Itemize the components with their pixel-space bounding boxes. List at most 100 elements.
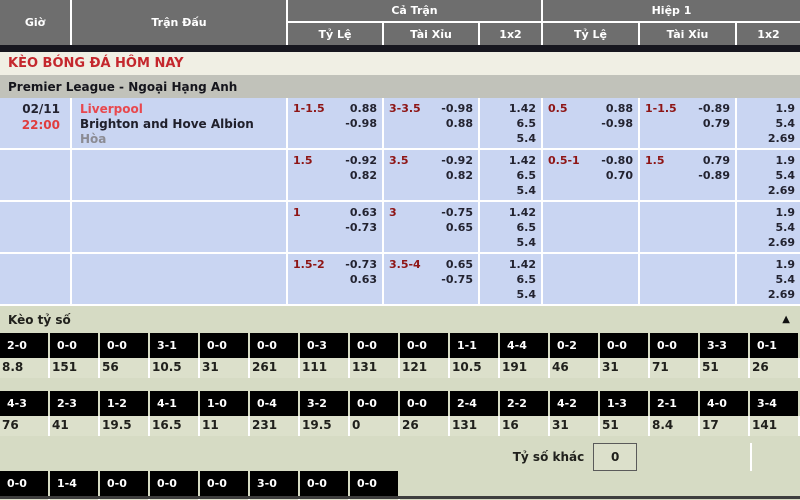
score-odds-value[interactable]: 231	[250, 416, 300, 436]
score-odds-value[interactable]: 8.4	[650, 416, 700, 436]
odds-value[interactable]: -0.98	[293, 116, 377, 131]
score-odds-value[interactable]: 19.5	[100, 416, 150, 436]
score-odds-value[interactable]: 10.5	[450, 358, 500, 378]
score-odds-value[interactable]: 111	[300, 358, 350, 378]
score-odds-value[interactable]: 191	[500, 358, 550, 378]
score-label: 4-1	[150, 391, 198, 416]
score-cell: 2-08.8	[0, 333, 50, 378]
score-cell: 2-341	[50, 391, 100, 436]
odds-value[interactable]: 5.4	[485, 287, 536, 302]
h1-handicap-cell	[543, 254, 640, 304]
odds-value[interactable]: 0.82	[293, 168, 377, 183]
score-cell: 1-351	[600, 391, 650, 436]
score-odds-value[interactable]: 19.5	[300, 416, 350, 436]
odds-value[interactable]: 6.5	[485, 272, 536, 287]
score-odds-value[interactable]: 11	[200, 416, 250, 436]
collapse-up-icon[interactable]: ▲	[782, 314, 790, 325]
odds-value[interactable]: -0.73	[293, 220, 377, 235]
score-odds-value[interactable]: 16	[500, 416, 550, 436]
score-odds-value[interactable]: 141	[750, 416, 800, 436]
score-odds-value[interactable]: 261	[250, 358, 300, 378]
score-cell: 0-0151	[50, 333, 100, 378]
score-odds-value[interactable]: 31	[600, 358, 650, 378]
odds-value[interactable]: 0.88	[606, 101, 633, 116]
odds-value[interactable]: 5.4	[742, 220, 795, 235]
score-odds-value[interactable]: 131	[450, 416, 500, 436]
score-odds-value[interactable]: 17	[700, 416, 750, 436]
odds-value[interactable]: 1.42	[485, 101, 536, 116]
score-odds-value[interactable]: 51	[600, 416, 650, 436]
odds-value[interactable]: -0.75	[389, 272, 473, 287]
score-odds-value[interactable]: 131	[350, 358, 400, 378]
odds-value[interactable]: 0.88	[350, 101, 377, 116]
odds-value[interactable]: 0.79	[645, 116, 730, 131]
odds-value[interactable]: 1.9	[742, 101, 795, 116]
score-odds-value[interactable]: 51	[700, 358, 750, 378]
odds-value[interactable]: 6.5	[485, 116, 536, 131]
score-odds-value[interactable]: 71	[650, 358, 700, 378]
odds-value[interactable]: 0.65	[446, 257, 473, 272]
score-odds-value[interactable]: 31	[200, 358, 250, 378]
overunder-line: 3-3.5	[389, 101, 421, 116]
odds-value[interactable]: 5.4	[485, 131, 536, 146]
odds-value[interactable]: 1.42	[485, 153, 536, 168]
odds-value[interactable]: 0.82	[389, 168, 473, 183]
odds-value[interactable]: -0.92	[345, 153, 377, 168]
odds-value[interactable]: -0.75	[441, 205, 473, 220]
odds-value[interactable]: 5.4	[742, 168, 795, 183]
column-header-h1-overunder: Tài Xỉu	[640, 23, 737, 45]
score-odds-value[interactable]: 121	[400, 358, 450, 378]
odds-value[interactable]: 0.88	[389, 116, 473, 131]
odds-value[interactable]: 2.69	[742, 131, 795, 146]
score-label: 0-3	[300, 333, 348, 358]
score-label: 0-0	[600, 333, 648, 358]
odds-value[interactable]: 0.70	[548, 168, 633, 183]
score-odds-value[interactable]: 76	[0, 416, 50, 436]
score-odds-value[interactable]: 26	[750, 358, 800, 378]
odds-value[interactable]: -0.92	[441, 153, 473, 168]
score-odds-value[interactable]: 16.5	[150, 416, 200, 436]
odds-value[interactable]: 1.9	[742, 257, 795, 272]
match-teams-cell[interactable]: Liverpool Brighton and Hove Albion Hòa	[72, 98, 288, 148]
odds-value[interactable]: 5.4	[742, 116, 795, 131]
odds-value[interactable]: 2.69	[742, 183, 795, 198]
odds-value[interactable]: 6.5	[485, 220, 536, 235]
odds-value[interactable]: 5.4	[485, 235, 536, 250]
score-odds-value[interactable]: 8.8	[0, 358, 50, 378]
odds-value[interactable]: 2.69	[742, 287, 795, 302]
score-cell: 4-4191	[500, 333, 550, 378]
odds-value[interactable]: -0.98	[548, 116, 633, 131]
column-header-fulltime: Cả Trận	[288, 0, 543, 23]
score-cell: 1-219.5	[100, 391, 150, 436]
ft-1x2-cell: 1.42 6.5 5.4	[480, 98, 543, 148]
odds-value[interactable]: 0.65	[389, 220, 473, 235]
odds-value[interactable]: 5.4	[485, 183, 536, 198]
score-odds-value[interactable]: 56	[100, 358, 150, 378]
score-odds-value[interactable]: 10.5	[150, 358, 200, 378]
odds-value[interactable]: 0.79	[703, 153, 730, 168]
odds-value[interactable]: 0.63	[350, 205, 377, 220]
score-cell: 0-026	[400, 391, 450, 436]
overunder-line: 3	[389, 205, 397, 220]
odds-value[interactable]: 1.9	[742, 205, 795, 220]
odds-value[interactable]: 2.69	[742, 235, 795, 250]
score-odds-value[interactable]: 46	[550, 358, 600, 378]
other-score-value[interactable]: 0	[593, 443, 637, 471]
odds-value[interactable]: 5.4	[742, 272, 795, 287]
odds-value[interactable]: 1.9	[742, 153, 795, 168]
odds-value[interactable]: -0.80	[601, 153, 633, 168]
odds-value[interactable]: -0.89	[645, 168, 730, 183]
odds-value[interactable]: 1.42	[485, 205, 536, 220]
odds-value[interactable]: -0.73	[345, 257, 377, 272]
score-cell: 1-110.5	[450, 333, 500, 378]
odds-value[interactable]: -0.89	[698, 101, 730, 116]
odds-value[interactable]: -0.98	[441, 101, 473, 116]
odds-value[interactable]: 1.42	[485, 257, 536, 272]
score-odds-value[interactable]: 31	[550, 416, 600, 436]
score-odds-value[interactable]: 0	[350, 416, 400, 436]
score-odds-value[interactable]: 26	[400, 416, 450, 436]
score-odds-value[interactable]: 41	[50, 416, 100, 436]
odds-value[interactable]: 6.5	[485, 168, 536, 183]
score-odds-value[interactable]: 151	[50, 358, 100, 378]
odds-value[interactable]: 0.63	[293, 272, 377, 287]
